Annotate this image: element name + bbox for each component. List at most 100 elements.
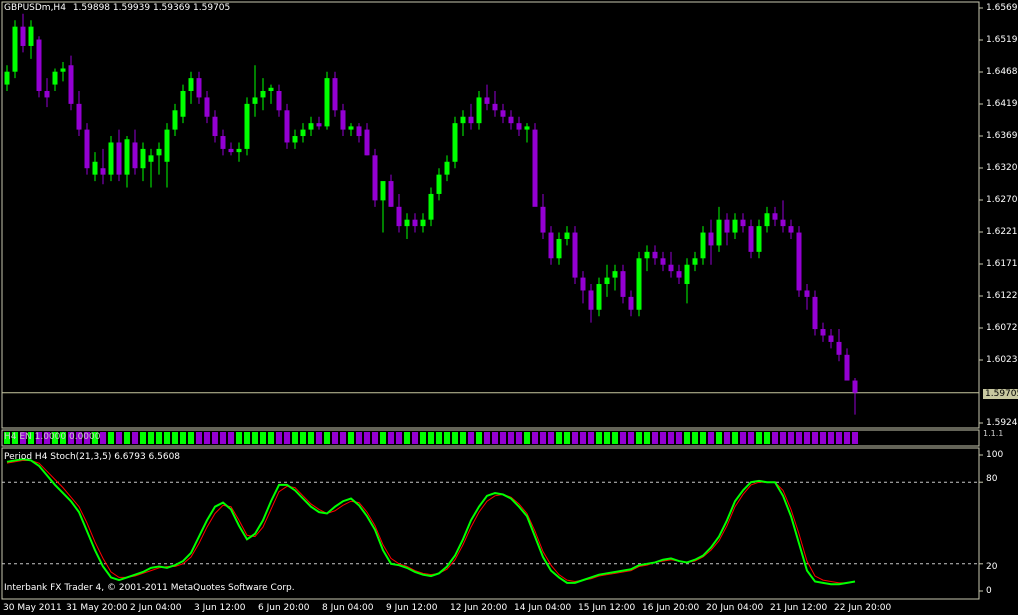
trend-bar (852, 432, 858, 444)
trend-bar (500, 432, 506, 444)
bear-candle (196, 78, 202, 98)
trend-bar (748, 432, 754, 444)
trend-bar (724, 432, 730, 444)
price-tick: 1.60230 (986, 355, 1018, 365)
mt4-chart-window (1, 1, 983, 600)
bull-candle (460, 116, 466, 124)
bear-candle (572, 232, 578, 278)
trend-bar (732, 432, 738, 444)
bull-candle (436, 174, 442, 194)
price-tick: 1.60725 (986, 323, 1018, 333)
bull-candle (148, 155, 154, 162)
trend-bar (788, 432, 794, 444)
bear-candle (204, 97, 210, 117)
bear-candle (228, 148, 234, 153)
bull-candle (476, 97, 482, 124)
trend-bar (284, 432, 290, 444)
price-tick: 1.64190 (986, 99, 1018, 109)
bear-candle (412, 219, 418, 227)
stoch-pane-frame (1, 447, 980, 600)
bull-candle (756, 226, 762, 252)
trend-bar (132, 432, 138, 444)
bear-candle (724, 219, 730, 233)
bear-candle (468, 116, 474, 124)
bull-candle (164, 129, 170, 162)
bear-candle (276, 91, 282, 111)
bear-candle (484, 97, 490, 104)
trend-bar (820, 432, 826, 444)
time-tick: 30 May 2011 (3, 603, 62, 613)
bull-candle (644, 251, 650, 259)
bear-candle (676, 271, 682, 278)
price-tick: 1.65690 (986, 3, 1018, 13)
trend-bar (604, 432, 610, 444)
bull-candle (108, 142, 114, 175)
bear-candle (812, 296, 818, 330)
trend-bar (644, 432, 650, 444)
trend-bar (380, 432, 386, 444)
trend-bar (236, 432, 242, 444)
bear-candle (516, 123, 522, 130)
trend-bar (220, 432, 226, 444)
bull-candle (732, 219, 738, 233)
price-tick: 1.63200 (986, 163, 1018, 173)
trend-bar (396, 432, 402, 444)
bear-candle (748, 226, 754, 252)
bull-candle (716, 219, 722, 246)
trend-bar (524, 432, 530, 444)
trend-bar (620, 432, 626, 444)
bull-candle (348, 126, 354, 130)
trend-bar (300, 432, 306, 444)
trend-bar (804, 432, 810, 444)
trend-bar (372, 432, 378, 444)
bull-candle (380, 181, 386, 201)
trend-bar (548, 432, 554, 444)
symbol-label: GBPUSDm,H4 (4, 3, 66, 13)
bull-candle (4, 71, 10, 85)
bull-candle (452, 123, 458, 162)
time-tick: 6 Jun 20:00 (258, 603, 310, 613)
trend-bar (356, 432, 362, 444)
trend-bar (700, 432, 706, 444)
trend-bar (516, 432, 522, 444)
bear-candle (316, 123, 322, 127)
bull-candle (180, 91, 186, 117)
bull-candle (92, 161, 98, 175)
bull-candle (404, 219, 410, 227)
trend-bar (420, 432, 426, 444)
bear-candle (100, 168, 106, 175)
bull-candle (556, 238, 562, 259)
bull-candle (60, 68, 66, 72)
trend-bar (556, 432, 562, 444)
trend-bar (596, 432, 602, 444)
trend-bar (676, 432, 682, 444)
trend-bar (476, 432, 482, 444)
trend-bar (564, 432, 570, 444)
trend-bar (340, 432, 346, 444)
trend-bar (540, 432, 546, 444)
price-tick: 1.61220 (986, 291, 1018, 301)
bull-candle (564, 232, 570, 239)
bear-candle (284, 110, 290, 143)
time-tick: 14 Jun 04:00 (514, 603, 572, 613)
bear-candle (852, 380, 858, 393)
trend-bar (668, 432, 674, 444)
trend-bar (772, 432, 778, 444)
bear-candle (588, 290, 594, 310)
trend-bar (188, 432, 194, 444)
trend-bar (428, 432, 434, 444)
time-tick: 8 Jun 04:00 (322, 603, 374, 613)
bear-candle (804, 290, 810, 297)
stoch-tick: 100 (986, 450, 1004, 460)
bear-candle (356, 126, 362, 137)
time-tick: 3 Jun 12:00 (194, 603, 246, 613)
bear-candle (628, 296, 634, 310)
trend-bar (228, 432, 234, 444)
stoch-tick: 0 (986, 586, 992, 596)
bear-candle (132, 142, 138, 169)
time-tick: 12 Jun 20:00 (450, 603, 508, 613)
trend-bar (180, 432, 186, 444)
trend-bar (348, 432, 354, 444)
indicator-scale: 1.1.1 (983, 429, 1004, 438)
bull-candle (636, 258, 642, 310)
